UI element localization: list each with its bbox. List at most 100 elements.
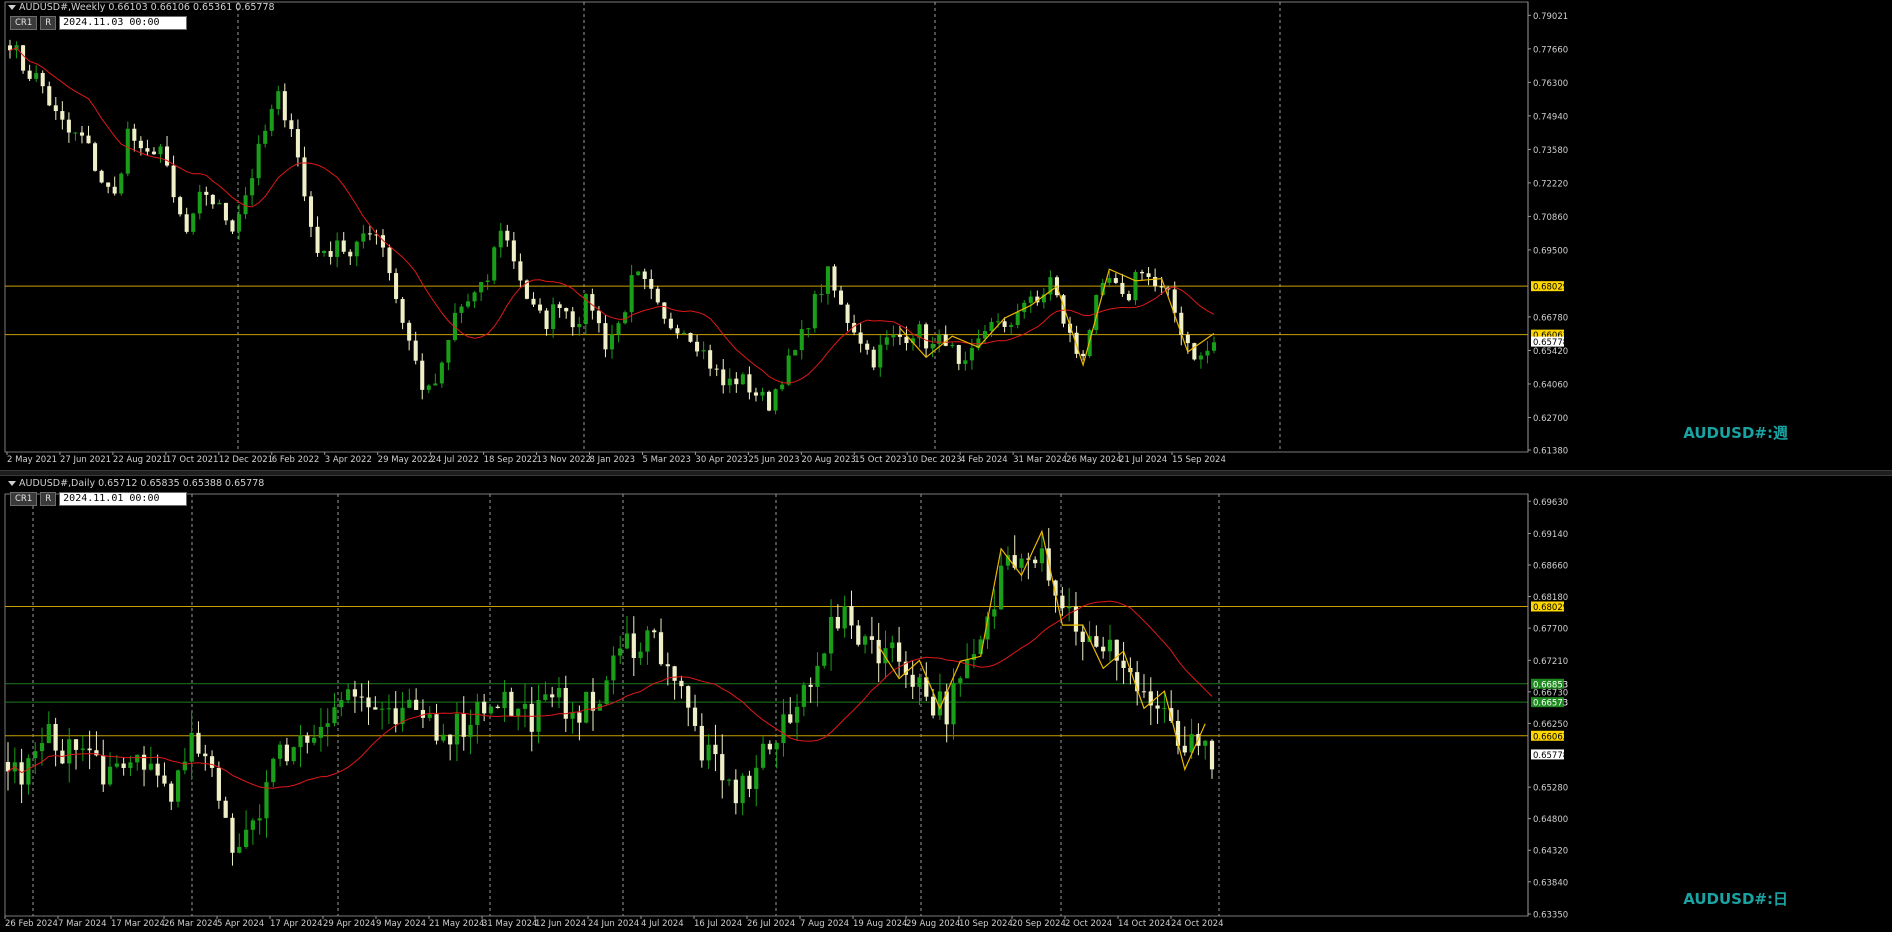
daily-cr1-button[interactable]: CR1 [10, 491, 38, 506]
candle-body [799, 329, 804, 351]
collapse-triangle-icon[interactable] [8, 481, 16, 486]
time-axis-label: 8 Jan 2023 [590, 455, 636, 465]
price-tick-label: 0.69630 [1533, 498, 1568, 508]
candle-body [989, 322, 994, 332]
candle-body [328, 250, 333, 257]
candle-body [950, 345, 955, 347]
candle-body [1060, 595, 1065, 609]
daily-watermark: AUDUSD#:日 [1683, 890, 1788, 908]
candle-body [662, 302, 667, 319]
candle-body [73, 739, 79, 750]
candle-body [713, 744, 718, 755]
daily-chart-panel[interactable]: 0.69630 0.69140 0.68660 0.68180 0.68029 0.677… [0, 476, 1892, 932]
candle-body [468, 724, 473, 737]
candle-body [454, 713, 460, 745]
collapse-triangle-icon[interactable] [8, 5, 16, 10]
candle-body [387, 247, 392, 274]
candle-body [203, 753, 208, 757]
candle-body [151, 151, 156, 155]
time-axis-label: 13 Nov 2022 [537, 455, 591, 465]
time-axis-label: 14 Oct 2024 [1118, 919, 1171, 929]
candle-body [774, 743, 779, 750]
daily-r-button[interactable]: R [40, 491, 57, 506]
candle-body [289, 120, 294, 130]
candle-body [509, 691, 514, 717]
candle-body [1209, 740, 1215, 770]
candle-body [896, 642, 902, 662]
candle-body [426, 385, 431, 390]
candle-body [53, 723, 58, 751]
candle-body [269, 109, 274, 131]
candle-body [495, 706, 500, 708]
price-tick-label: 0.62700 [1533, 414, 1568, 424]
candle-body [1172, 289, 1177, 313]
candle-body [434, 714, 439, 741]
candle-body [849, 605, 854, 626]
candle-body [210, 194, 215, 205]
candle-body [1159, 286, 1164, 288]
candle-body [767, 743, 772, 750]
time-axis-label: 4 Feb 2024 [960, 455, 1008, 465]
weekly-chart-panel[interactable]: 0.79021 0.77660 0.76300 0.74940 0.73580 0.722… [0, 0, 1892, 470]
candle-body [808, 684, 813, 687]
candle-body [982, 331, 988, 339]
candle-body [182, 761, 187, 771]
candle-body [701, 350, 706, 352]
candle-body [706, 744, 711, 761]
candle-body [502, 691, 507, 708]
price-tick-label: 0.79021 [1533, 12, 1568, 22]
time-axis-label: 7 Mar 2024 [58, 919, 106, 929]
candle-body [675, 328, 680, 334]
time-axis-label: 29 Aug 2024 [906, 919, 960, 929]
time-axis-label: 3 Apr 2022 [325, 455, 372, 465]
candle-body [107, 766, 113, 785]
candle-body [79, 132, 85, 136]
candle-body [141, 754, 147, 770]
price-tick-label: 0.64320 [1533, 847, 1568, 857]
time-axis-label: 26 Feb 2024 [5, 919, 58, 929]
candle-body [556, 688, 562, 698]
candle-body [838, 290, 844, 305]
candle-body [822, 653, 827, 666]
daily-chart-canvas[interactable]: 0.696300.691400.686600.681800.680290.677… [0, 476, 1892, 932]
candle-body [596, 310, 601, 324]
candle-body [230, 220, 235, 232]
candle-body [93, 143, 98, 171]
candle-body [603, 323, 608, 350]
candle-body [781, 714, 786, 744]
last-price-label: 0.65778 [1533, 751, 1568, 761]
candle-body [209, 756, 215, 768]
candle-body [1133, 271, 1138, 301]
candle-body [584, 691, 589, 723]
candle-body [652, 630, 657, 633]
candle-body [550, 694, 555, 698]
time-axis-label: 17 Mar 2024 [111, 919, 165, 929]
candle-body [958, 678, 963, 683]
price-tick-label: 0.69500 [1533, 246, 1568, 256]
candle-body [793, 350, 798, 356]
candle-body [448, 734, 453, 745]
time-axis-label: 10 Dec 2023 [907, 455, 961, 465]
candle-body [570, 712, 575, 719]
candle-body [394, 273, 399, 300]
candle-body [856, 625, 861, 645]
candle-body [505, 230, 510, 241]
candle-body [47, 86, 52, 106]
price-tick-label: 0.70860 [1533, 213, 1568, 223]
candle-body [1107, 278, 1112, 283]
weekly-chart-canvas[interactable]: 0.79021 0.77660 0.76300 0.74940 0.73580 0.722… [0, 0, 1892, 470]
candle-body [335, 240, 340, 257]
candle-body [485, 280, 490, 283]
time-axis-label: 5 Mar 2023 [642, 455, 690, 465]
candle-body [773, 389, 778, 411]
weekly-date-input[interactable]: 2024.11.03 00:00 [59, 15, 188, 30]
price-tick-label: 0.77660 [1533, 45, 1568, 55]
time-axis-label: 16 Jul 2024 [694, 919, 742, 929]
candle-body [1080, 631, 1085, 642]
candle-body [876, 639, 881, 664]
weekly-cr1-button[interactable]: CR1 [10, 15, 38, 30]
time-axis-label: 17 Apr 2024 [270, 919, 323, 929]
price-tick-label: 0.69140 [1533, 530, 1568, 540]
weekly-r-button[interactable]: R [40, 15, 57, 30]
daily-date-input[interactable]: 2024.11.01 00:00 [59, 491, 188, 506]
